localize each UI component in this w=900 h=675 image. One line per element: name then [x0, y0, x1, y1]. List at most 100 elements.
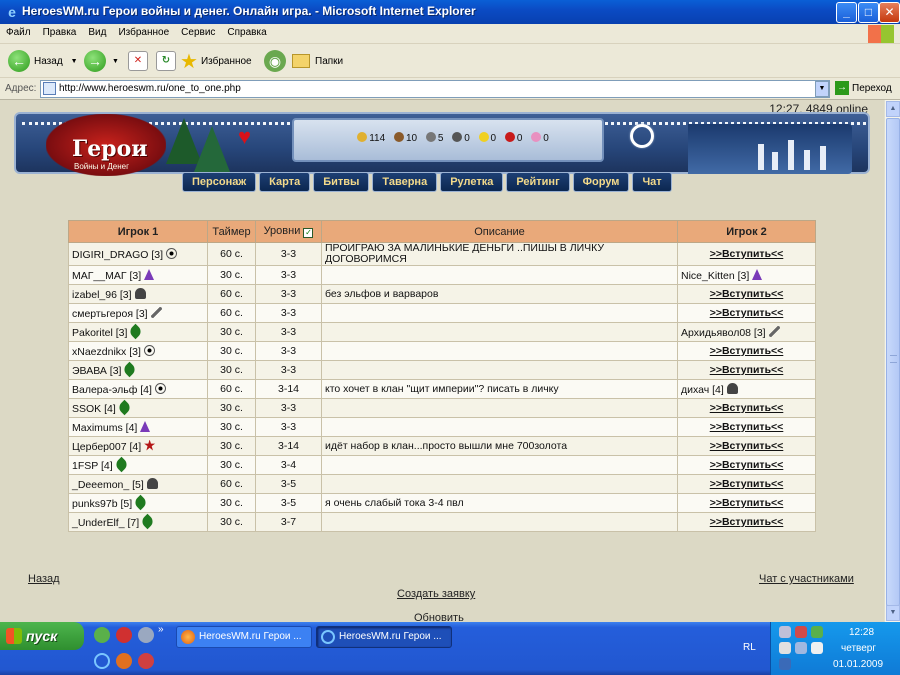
address-dropdown-icon[interactable]: ▼: [815, 81, 829, 97]
menu-view[interactable]: Вид: [82, 24, 112, 41]
player1-name[interactable]: xNaezdnikx [3]: [72, 346, 141, 358]
join-button[interactable]: >>Вступить<<: [677, 360, 816, 380]
stop-button[interactable]: ✕: [128, 49, 148, 73]
chevron-icon[interactable]: »: [158, 624, 164, 635]
player1-name[interactable]: Maximums [4]: [72, 422, 137, 434]
player2-name[interactable]: Архидьявол08 [3]: [681, 327, 766, 339]
nav-forum[interactable]: Форум: [572, 172, 630, 192]
language-indicator[interactable]: RL: [743, 642, 756, 653]
player1-name[interactable]: SSOK [4]: [72, 403, 116, 415]
create-request-link[interactable]: Создать заявку: [397, 588, 475, 600]
nav-battles[interactable]: Битвы: [313, 172, 370, 192]
system-tray: RL 12:28 четверг 01.01.2009: [743, 622, 900, 675]
start-label: пуск: [26, 628, 58, 644]
faction-leaf-icon: [122, 361, 138, 377]
menu-help[interactable]: Справка: [221, 24, 272, 41]
tray-icon[interactable]: [779, 626, 791, 638]
refresh-button[interactable]: ↻: [156, 49, 176, 73]
scroll-thumb[interactable]: [886, 118, 900, 606]
refresh-link[interactable]: Обновить: [414, 612, 464, 622]
vertical-scrollbar[interactable]: ▲ ▼: [884, 100, 900, 622]
levels-cell: 3-3: [255, 284, 322, 304]
player1-name[interactable]: смертьгероя [3]: [72, 308, 148, 320]
join-button[interactable]: >>Вступить<<: [677, 417, 816, 437]
levels-filter-checkbox[interactable]: ✓: [303, 228, 314, 238]
ie-quicklaunch-icon[interactable]: [94, 653, 110, 669]
join-button[interactable]: >>Вступить<<: [677, 493, 816, 513]
tray-icon[interactable]: [811, 642, 823, 654]
resource-gold: 114: [369, 133, 386, 144]
player1-name[interactable]: Pakoritel [3]: [72, 327, 127, 339]
join-button[interactable]: >>Вступить<<: [677, 455, 816, 475]
chat-with-participants-link[interactable]: Чат с участниками: [759, 573, 854, 585]
player1-name[interactable]: Цербер007 [4]: [72, 441, 141, 453]
menu-edit[interactable]: Правка: [37, 24, 83, 41]
game-logo[interactable]: Герои: [72, 136, 148, 162]
quicklaunch-icon[interactable]: [116, 653, 132, 669]
nav-roulette[interactable]: Рулетка: [440, 172, 504, 192]
scroll-down-icon[interactable]: ▼: [886, 605, 900, 621]
quicklaunch-icon[interactable]: [116, 627, 132, 643]
timer-cell: 30 с.: [207, 322, 256, 342]
favorites-button[interactable]: ★ Избранное: [180, 49, 252, 73]
player1-name[interactable]: 1FSP [4]: [72, 460, 113, 472]
back-button[interactable]: ← Назад ▼: [8, 49, 78, 73]
join-button[interactable]: >>Вступить<<: [677, 242, 816, 266]
maximize-button[interactable]: □: [858, 2, 879, 23]
taskbar-item-ie[interactable]: HeroesWM.ru Герои ...: [316, 626, 452, 648]
menu-file[interactable]: Файл: [0, 24, 37, 41]
tray-icon[interactable]: [795, 626, 807, 638]
back-dropdown-icon[interactable]: ▼: [71, 58, 78, 65]
folders-button[interactable]: Папки: [292, 49, 343, 73]
join-button[interactable]: >>Вступить<<: [677, 341, 816, 361]
player2-name[interactable]: Nice_Kitten [3]: [681, 270, 749, 282]
address-input[interactable]: http://www.heroeswm.ru/one_to_one.php: [40, 80, 830, 98]
nav-character[interactable]: Персонаж: [182, 172, 257, 192]
player1-name[interactable]: izabel_96 [3]: [72, 289, 132, 301]
player2-name[interactable]: дихач [4]: [681, 384, 724, 396]
close-button[interactable]: ✕: [879, 2, 900, 23]
heart-icon[interactable]: ♥: [238, 124, 251, 150]
tray-icon[interactable]: [811, 626, 823, 638]
join-button[interactable]: >>Вступить<<: [677, 474, 816, 494]
nav-chat[interactable]: Чат: [632, 172, 672, 192]
tray-icon[interactable]: [795, 642, 807, 654]
join-button[interactable]: >>Вступить<<: [677, 398, 816, 418]
player1-cell: punks97b [5]: [68, 493, 208, 513]
levels-cell: 3-3: [255, 341, 322, 361]
join-button[interactable]: >>Вступить<<: [677, 436, 816, 456]
player2-cell: Nice_Kitten [3]: [677, 265, 816, 285]
player1-name[interactable]: МАГ__МАГ [3]: [72, 270, 141, 282]
player1-name[interactable]: Валера-эльф [4]: [72, 384, 152, 396]
player1-name[interactable]: ЭВАВА [3]: [72, 365, 121, 377]
taskbar-item-firefox[interactable]: HeroesWM.ru Герои ...: [176, 626, 312, 648]
tray-icon[interactable]: [779, 658, 791, 670]
minimize-button[interactable]: _: [836, 2, 857, 23]
player1-name[interactable]: _UnderElf_ [7]: [72, 517, 139, 529]
quicklaunch-icon[interactable]: [94, 627, 110, 643]
join-button[interactable]: >>Вступить<<: [677, 284, 816, 304]
nav-map[interactable]: Карта: [259, 172, 311, 192]
quicklaunch-icon[interactable]: [138, 653, 154, 669]
player1-name[interactable]: DIGIRI_DRAGO [3]: [72, 249, 163, 261]
start-button[interactable]: пуск: [0, 622, 84, 650]
quicklaunch-icon[interactable]: [138, 627, 154, 643]
timer-cell: 60 с.: [207, 284, 256, 304]
nav-tavern[interactable]: Таверна: [372, 172, 438, 192]
forward-dropdown-icon[interactable]: ▼: [112, 58, 119, 65]
ring-icon[interactable]: [630, 124, 654, 148]
tray-icon[interactable]: [779, 642, 791, 654]
nav-rating[interactable]: Рейтинг: [506, 172, 570, 192]
menu-tools[interactable]: Сервис: [175, 24, 221, 41]
join-button[interactable]: >>Вступить<<: [677, 303, 816, 323]
join-button[interactable]: >>Вступить<<: [677, 512, 816, 532]
menu-favorites[interactable]: Избранное: [112, 24, 175, 41]
go-button[interactable]: → Переход: [835, 81, 892, 95]
back-link[interactable]: Назад: [28, 573, 60, 585]
media-button[interactable]: ◉: [264, 49, 286, 73]
player1-name[interactable]: _Deeemon_ [5]: [72, 479, 144, 491]
levels-cell: 3-3: [255, 417, 322, 437]
forward-button[interactable]: → ▼: [84, 49, 119, 73]
scroll-up-icon[interactable]: ▲: [886, 101, 900, 117]
player1-name[interactable]: punks97b [5]: [72, 498, 132, 510]
